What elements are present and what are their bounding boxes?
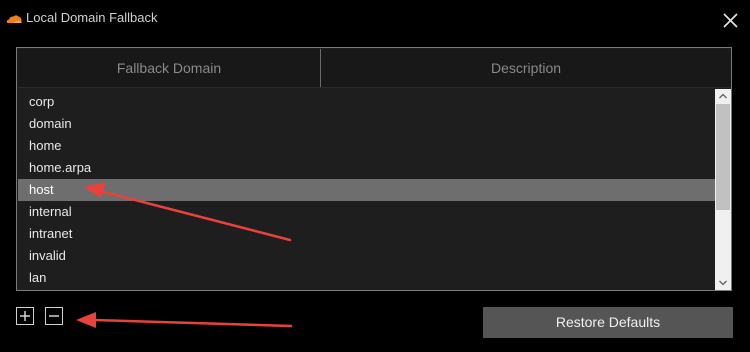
column-header-fallback-domain[interactable]: Fallback Domain	[18, 49, 320, 87]
restore-defaults-button[interactable]: Restore Defaults	[483, 307, 733, 338]
minus-icon[interactable]	[45, 307, 63, 325]
list-rows: corp domain home home.arpa host internal…	[18, 91, 715, 289]
annotation-arrow-to-buttons	[76, 312, 293, 328]
title-bar[interactable]: Local Domain Fallback	[0, 0, 750, 38]
fallback-domain-list: Fallback Domain Description corp domain …	[16, 47, 732, 291]
list-item[interactable]: domain	[18, 113, 715, 135]
column-header-description[interactable]: Description	[321, 49, 731, 87]
plus-icon[interactable]	[16, 307, 34, 325]
list-item-selected[interactable]: host	[18, 179, 715, 201]
scroll-up-arrow-icon[interactable]	[715, 89, 731, 103]
close-icon[interactable]	[716, 6, 744, 34]
list-item[interactable]: lan	[18, 267, 715, 289]
list-header: Fallback Domain Description	[18, 49, 731, 88]
local-domain-fallback-window: Local Domain Fallback Fallback Domain De…	[0, 0, 750, 352]
window-title: Local Domain Fallback	[26, 10, 158, 25]
list-item[interactable]: corp	[18, 91, 715, 113]
scrollbar-thumb[interactable]	[716, 104, 730, 210]
scroll-down-arrow-icon[interactable]	[715, 276, 731, 290]
cloudflare-cloud-icon	[5, 12, 23, 24]
list-item[interactable]: intranet	[18, 223, 715, 245]
list-item[interactable]: home.arpa	[18, 157, 715, 179]
list-item[interactable]: internal	[18, 201, 715, 223]
vertical-scrollbar[interactable]	[715, 89, 731, 290]
list-item[interactable]: home	[18, 135, 715, 157]
list-item[interactable]: invalid	[18, 245, 715, 267]
